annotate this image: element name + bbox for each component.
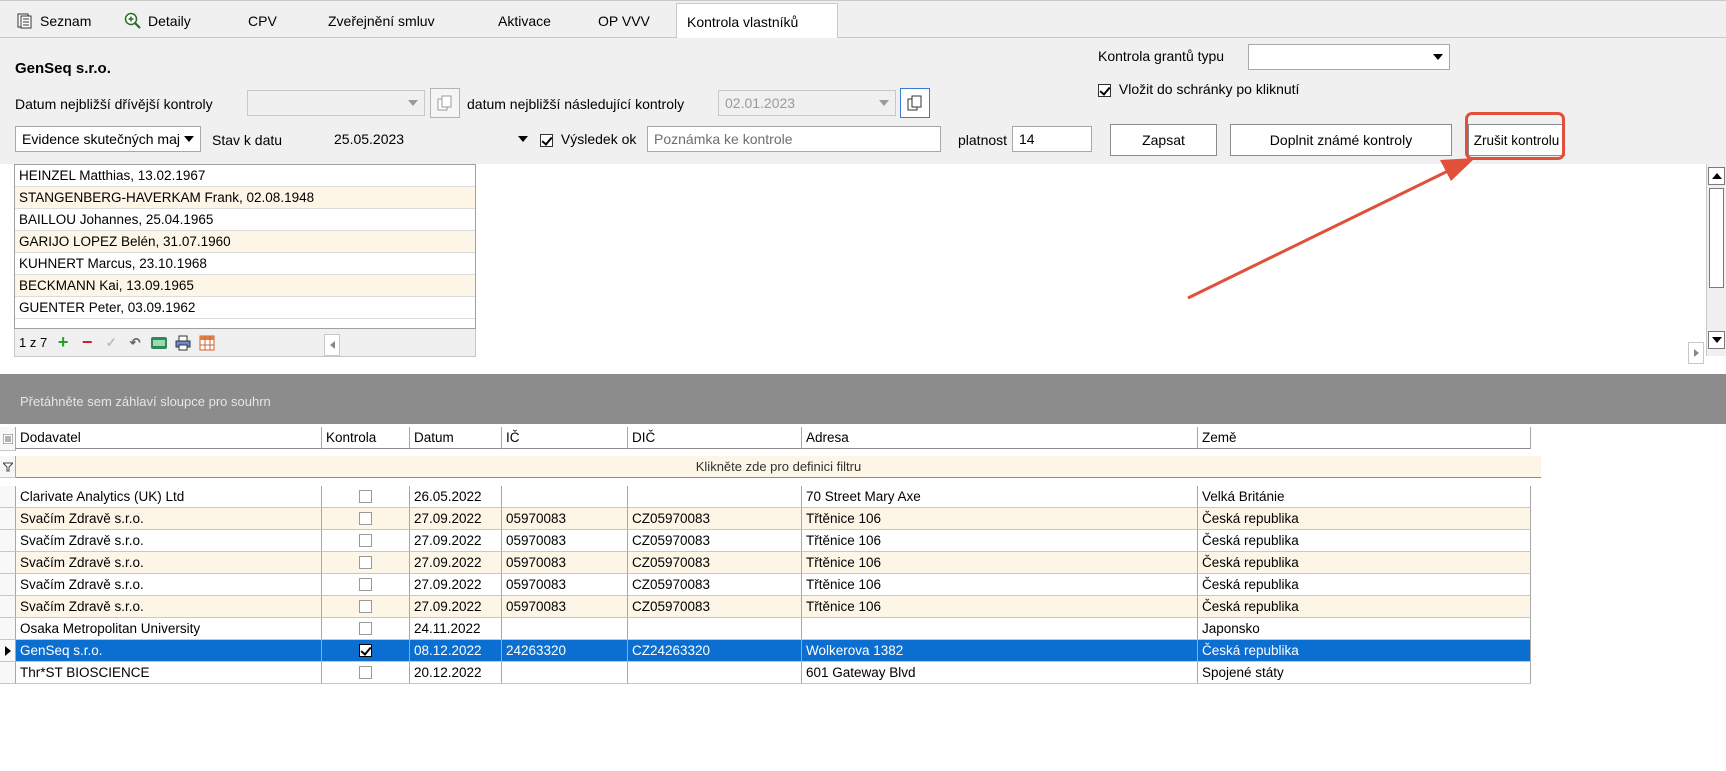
annotation-arrow-icon (1187, 158, 1475, 300)
